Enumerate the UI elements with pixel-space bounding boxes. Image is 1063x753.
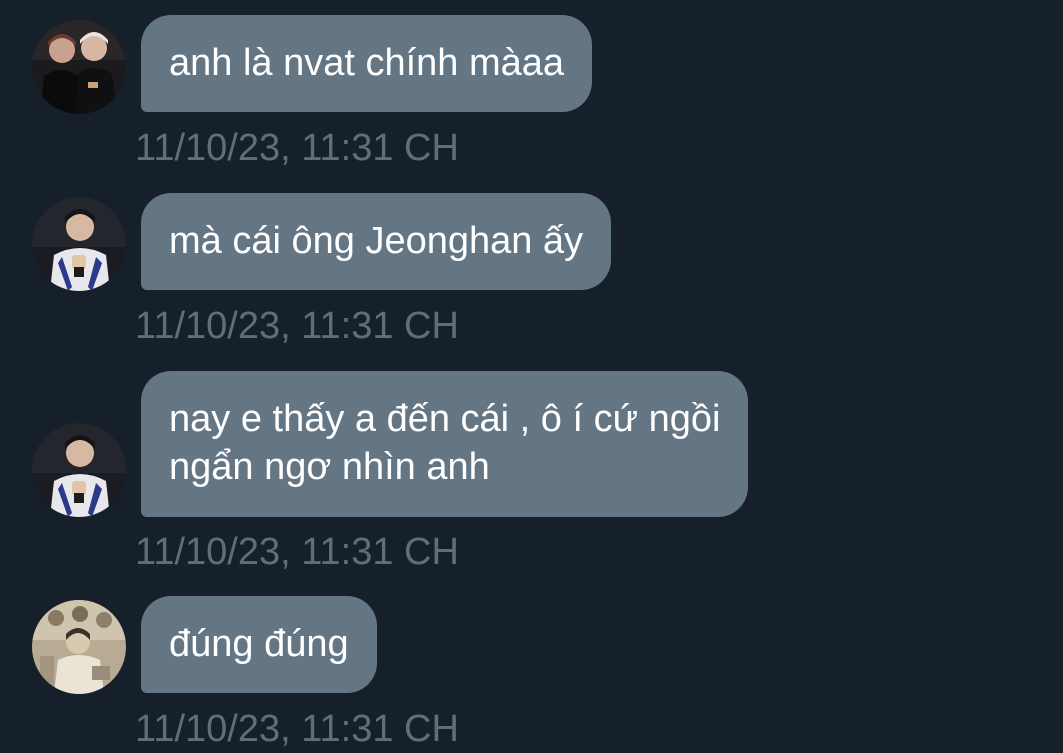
avatar-image	[32, 20, 126, 114]
message-timestamp: 11/10/23, 11:31 CH	[135, 127, 459, 169]
avatar[interactable]	[32, 423, 126, 517]
message-text: anh là nvat chính màaa	[169, 42, 565, 84]
avatar[interactable]	[32, 197, 126, 291]
message-timestamp: 11/10/23, 11:31 CH	[135, 531, 459, 573]
message-timestamp: 11/10/23, 11:31 CH	[135, 305, 459, 347]
message-text-line: ngẩn ngơ nhìn anh	[169, 446, 490, 488]
chat-thread: anh là nvat chính màaa 11/10/23, 11:31 C…	[0, 0, 1063, 753]
message-bubble[interactable]: đúng đúng	[141, 596, 377, 693]
avatar[interactable]	[32, 20, 126, 114]
message-bubble[interactable]: mà cái ông Jeonghan ấy	[141, 193, 612, 290]
message-text-line: nay e thấy a đến cái , ô í cứ ngồi	[169, 398, 721, 440]
avatar[interactable]	[32, 600, 126, 694]
avatar-image	[32, 423, 126, 517]
message-bubble[interactable]: nay e thấy a đến cái , ô í cứ ngồi ngẩn …	[141, 371, 749, 517]
message-text: mà cái ông Jeonghan ấy	[169, 220, 584, 262]
message-timestamp: 11/10/23, 11:31 CH	[135, 708, 459, 750]
avatar-image	[32, 197, 126, 291]
message-text: đúng đúng	[169, 623, 349, 665]
avatar-image	[32, 600, 126, 694]
message-bubble[interactable]: anh là nvat chính màaa	[141, 15, 593, 112]
